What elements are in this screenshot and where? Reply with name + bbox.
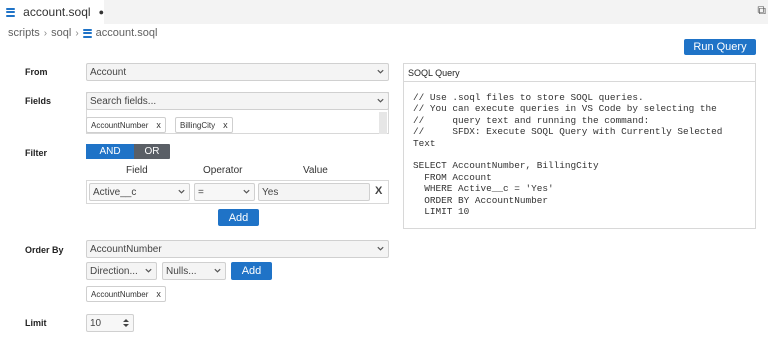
filter-operator-header: Operator	[203, 165, 243, 176]
field-pill-label: BillingCity	[180, 120, 216, 130]
direction-value: Direction...	[90, 265, 138, 277]
soql-panel-title: SOQL Query	[404, 64, 755, 82]
fields-label: Fields	[25, 96, 52, 106]
soql-line: // Use .soql files to store SOQL queries…	[413, 92, 644, 103]
field-pill-label: AccountNumber	[91, 120, 149, 130]
soql-query-text: // Use .soql files to store SOQL queries…	[413, 92, 722, 217]
add-order-button[interactable]: Add	[231, 262, 272, 280]
order-by-label: Order By	[25, 245, 64, 255]
soql-line	[413, 149, 722, 160]
fields-search-input[interactable]: Search fields...	[86, 92, 389, 110]
run-query-button[interactable]: Run Query	[684, 39, 756, 55]
editor-tab[interactable]: account.soql ●	[0, 0, 104, 24]
remove-icon[interactable]: x	[223, 120, 228, 130]
nulls-select[interactable]: Nulls...	[162, 262, 226, 280]
add-filter-button[interactable]: Add	[218, 209, 259, 226]
limit-label: Limit	[25, 318, 47, 328]
tab-title: account.soql	[23, 5, 91, 19]
database-file-icon	[82, 28, 92, 38]
chevron-down-icon	[178, 189, 185, 194]
soql-line: // query text and running the command:	[413, 114, 650, 126]
remove-icon[interactable]: x	[156, 120, 161, 130]
chevron-down-icon	[243, 189, 250, 194]
breadcrumb: scripts › soql › account.soql	[8, 27, 157, 39]
field-pill: AccountNumber x	[86, 117, 166, 133]
order-by-pill: AccountNumber x	[86, 286, 166, 302]
from-value: Account	[90, 66, 127, 78]
chevron-down-icon	[145, 268, 152, 273]
nulls-value: Nulls...	[166, 265, 197, 277]
unsaved-indicator: ●	[98, 7, 104, 17]
soql-query-panel: SOQL Query // Use .soql files to store S…	[403, 63, 756, 229]
filter-value-input[interactable]: Yes	[258, 183, 370, 201]
filter-label: Filter	[25, 148, 48, 158]
limit-value: 10	[90, 317, 102, 329]
breadcrumb-item-scripts[interactable]: scripts	[8, 27, 40, 39]
breadcrumb-item-file[interactable]: account.soql	[96, 27, 158, 39]
soql-line: FROM Account	[413, 171, 492, 183]
and-toggle-button[interactable]: AND	[86, 144, 134, 159]
filter-value-text: Yes	[262, 186, 279, 198]
split-editor-icon[interactable]: ⧉	[757, 3, 766, 18]
direction-select[interactable]: Direction...	[86, 262, 157, 280]
and-or-toggle: AND OR	[86, 144, 170, 159]
soql-line: Text	[413, 137, 436, 149]
filter-field-value: Active__c	[93, 186, 137, 198]
order-by-pill-label: AccountNumber	[91, 289, 149, 299]
filter-value-header: Value	[303, 165, 328, 176]
soql-line: // You can execute queries in VS Code by…	[413, 103, 717, 115]
soql-line: // SFDX: Execute SOQL Query with Current…	[413, 126, 723, 138]
database-file-icon	[6, 7, 15, 17]
filter-field-header: Field	[126, 165, 148, 176]
chevron-down-icon	[377, 69, 384, 74]
tab-bar: account.soql ● ⧉	[0, 0, 768, 24]
from-select[interactable]: Account	[86, 63, 389, 81]
or-toggle-button[interactable]: OR	[134, 144, 170, 159]
remove-filter-icon[interactable]: X	[375, 185, 382, 197]
chevron-right-icon: ›	[75, 27, 79, 39]
stepper-icon[interactable]	[122, 317, 130, 329]
filter-operator-value: =	[198, 186, 204, 198]
soql-line: LIMIT 10	[413, 206, 470, 218]
order-by-value: AccountNumber	[90, 243, 162, 255]
soql-line: WHERE Active__c = 'Yes'	[413, 183, 554, 195]
chevron-down-icon	[214, 268, 221, 273]
chevron-down-icon	[377, 98, 384, 103]
fields-search-placeholder: Search fields...	[90, 95, 157, 107]
remove-icon[interactable]: x	[156, 289, 161, 299]
chevron-down-icon	[377, 246, 384, 251]
breadcrumb-item-soql[interactable]: soql	[51, 27, 71, 39]
chevron-right-icon: ›	[43, 27, 48, 39]
field-pill: BillingCity x	[175, 117, 233, 133]
limit-input[interactable]: 10	[86, 314, 134, 332]
from-label: From	[25, 67, 48, 77]
order-by-select[interactable]: AccountNumber	[86, 240, 389, 258]
filter-operator-select[interactable]: =	[194, 183, 255, 201]
soql-line: SELECT AccountNumber, BillingCity	[413, 160, 599, 172]
filter-field-select[interactable]: Active__c	[89, 183, 190, 201]
soql-line: ORDER BY AccountNumber	[413, 194, 549, 206]
fields-scrollbar[interactable]	[379, 112, 387, 134]
